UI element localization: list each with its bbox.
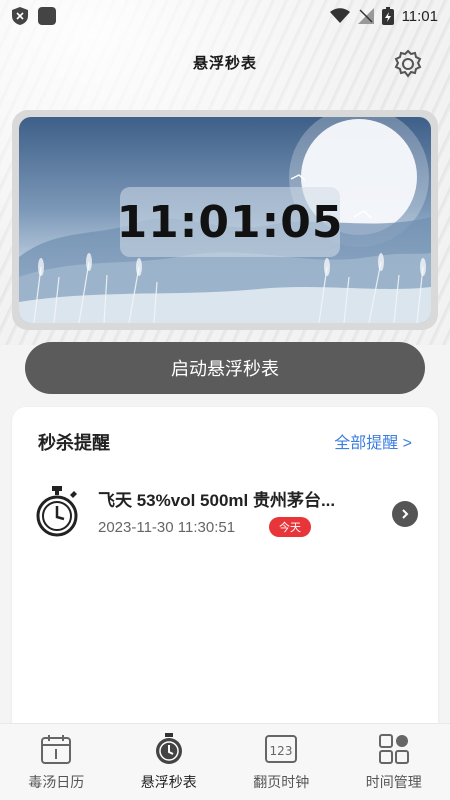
calendar-icon: [41, 735, 72, 764]
no-signal-icon: [357, 8, 374, 24]
tab-stopwatch[interactable]: 悬浮秒表: [113, 724, 226, 800]
start-floating-stopwatch-button[interactable]: 启动悬浮秒表: [25, 342, 425, 394]
app-notification-icon: [38, 7, 56, 25]
tab-label: 毒汤日历: [28, 774, 85, 790]
item-detail-button[interactable]: [392, 501, 418, 527]
chevron-right-icon: [402, 509, 409, 519]
status-time: 11:01: [401, 7, 438, 25]
bottom-tab-bar: 毒汤日历 悬浮秒表 123 翻页时钟 时间管理: [0, 723, 450, 800]
grid-icon: [378, 734, 409, 764]
tab-label: 翻页时钟: [253, 774, 310, 790]
tab-label: 时间管理: [365, 774, 422, 790]
tab-label: 悬浮秒表: [140, 774, 197, 790]
status-bar: 11:01: [0, 0, 450, 32]
stopwatch-icon: [155, 733, 182, 764]
reminders-card: 秒杀提醒 全部提醒 > 飞天 53%vol 500ml 贵州茅台... 2023…: [12, 407, 438, 737]
tab-time-management[interactable]: 时间管理: [338, 724, 450, 800]
list-item[interactable]: 飞天 53%vol 500ml 贵州茅台... 2023-11-30 11:30…: [34, 482, 418, 552]
page-title: 悬浮秒表: [192, 55, 257, 72]
clock-hero-card: 11:01:05: [12, 110, 438, 330]
clock-display: 11:01:05: [117, 187, 342, 257]
all-reminders-link[interactable]: 全部提醒 >: [334, 429, 412, 453]
svg-text:123: 123: [270, 744, 293, 758]
tab-flip-clock[interactable]: 123 翻页时钟: [225, 724, 338, 800]
item-name: 飞天 53%vol 500ml 贵州茅台...: [98, 491, 336, 510]
shield-icon: [12, 7, 28, 25]
tab-calendar[interactable]: 毒汤日历: [0, 724, 113, 800]
landscape-image: 11:01:05: [19, 117, 431, 323]
battery-icon: [381, 7, 394, 25]
wifi-icon: [329, 8, 350, 23]
app-header: 悬浮秒表: [0, 40, 450, 86]
gear-icon[interactable]: [392, 48, 424, 80]
flip-clock-icon: 123: [265, 735, 298, 763]
item-time: 2023-11-30 11:30:51: [98, 519, 236, 536]
today-badge: 今天: [269, 517, 311, 537]
reminders-title: 秒杀提醒: [38, 433, 110, 453]
clock-time: 11:01:05: [116, 196, 344, 248]
stopwatch-icon: [36, 486, 78, 537]
